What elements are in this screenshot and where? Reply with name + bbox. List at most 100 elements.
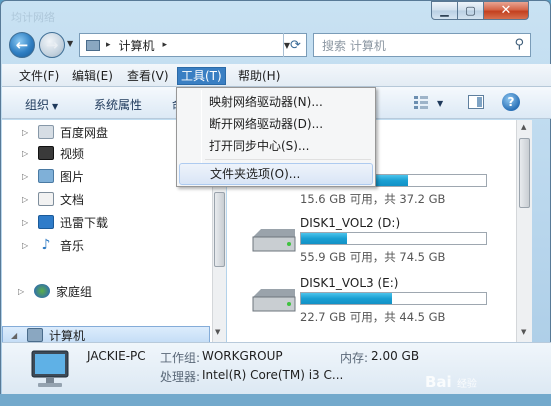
minimize-icon: ▁ <box>440 4 449 17</box>
organize-button[interactable]: 组织 ▼ <box>25 96 58 113</box>
nav-item-homegroup[interactable]: ▷ 家庭组 <box>2 281 210 301</box>
processor-label: 处理器: <box>160 370 201 384</box>
preview-pane-icon[interactable] <box>468 95 484 109</box>
nav-item-label: 计算机 <box>49 328 86 343</box>
drive-item[interactable]: DISK1_VOL2 (D:) 55.9 GB 可用，共 74.5 GB <box>227 215 516 271</box>
maximize-icon: ▢ <box>465 4 476 17</box>
workgroup-value: WORKGROUP <box>202 349 283 363</box>
scroll-down-icon[interactable]: ▼ <box>521 328 526 336</box>
maximize-button[interactable]: ▢ <box>457 1 484 20</box>
change-view-icon[interactable] <box>413 95 429 109</box>
back-button[interactable]: ← <box>9 32 35 58</box>
search-input[interactable]: 搜索 计算机 ⚲ <box>313 33 531 57</box>
computer-name: JACKIE-PC <box>87 349 146 363</box>
nav-item-music[interactable]: ▷ ♪ 音乐 <box>2 235 210 255</box>
memory-value: 2.00 GB <box>371 349 420 363</box>
menu-edit[interactable]: 编辑(E) <box>69 67 116 85</box>
memory-label: 内存: <box>340 351 369 365</box>
breadcrumb-computer[interactable]: 计算机 <box>119 37 155 54</box>
drive-usage-bar <box>300 292 487 305</box>
hard-drive-icon <box>252 289 296 312</box>
nav-item-label: 迅雷下载 <box>60 215 109 230</box>
scrollbar-thumb[interactable] <box>214 192 225 267</box>
tools-menu: 映射网络驱动器(N)... 断开网络驱动器(D)... 打开同步中心(S)...… <box>176 87 376 187</box>
view-options-dropdown-icon[interactable]: ▼ <box>437 99 443 108</box>
drive-usage-fill <box>301 233 348 244</box>
pictures-library-icon <box>38 169 54 183</box>
refresh-icon: ⟳ <box>290 37 301 53</box>
drive-usage-bar <box>300 232 487 245</box>
expand-icon[interactable]: ▷ <box>22 172 34 181</box>
menu-help[interactable]: 帮助(H) <box>235 67 283 85</box>
organize-label: 组织 <box>25 98 50 112</box>
drive-usage-fill <box>301 293 392 304</box>
expand-icon[interactable]: ▷ <box>18 287 30 296</box>
collapse-icon[interactable]: ◢ <box>11 331 23 340</box>
workgroup-label: 工作组: <box>160 351 201 365</box>
explorer-window: 均计网络 ▁ ▢ ✕ ← → ▼ ▸ 计算机 ▸ ▼ ⟳ 搜索 计算机 ⚲ 文件… <box>0 0 551 406</box>
drive-name: DISK1_VOL3 (E:) <box>300 276 399 290</box>
drive-name: DISK1_VOL2 (D:) <box>300 216 401 230</box>
computer-icon <box>27 328 43 342</box>
expand-icon[interactable]: ▷ <box>22 195 34 204</box>
refresh-button[interactable]: ⟳ <box>283 33 307 57</box>
music-library-icon: ♪ <box>41 237 51 253</box>
forward-button[interactable]: → <box>39 32 65 58</box>
menu-bar: 文件(F) 编辑(E) 查看(V) 工具(T) 帮助(H) <box>2 64 551 87</box>
help-icon[interactable]: ? <box>502 93 520 111</box>
menu-item-map-network-drive[interactable]: 映射网络驱动器(N)... <box>179 91 373 113</box>
close-button[interactable]: ✕ <box>483 1 529 20</box>
menu-separator <box>205 159 371 160</box>
close-icon: ✕ <box>500 3 512 18</box>
recent-pages-dropdown-icon[interactable]: ▼ <box>67 39 73 48</box>
thunder-download-icon <box>38 215 54 229</box>
expand-icon[interactable]: ▷ <box>22 128 34 137</box>
watermark-suffix: 经验 <box>456 379 477 390</box>
menu-tools[interactable]: 工具(T) <box>177 67 226 85</box>
back-arrow-icon: ← <box>15 36 29 54</box>
expand-icon[interactable]: ▷ <box>22 149 34 158</box>
search-placeholder: 搜索 计算机 <box>322 38 386 53</box>
menu-item-folder-options[interactable]: 文件夹选项(O)... <box>179 163 373 185</box>
drive-item[interactable]: DISK1_VOL3 (E:) 22.7 GB 可用，共 44.5 GB <box>227 275 516 331</box>
nav-item-thunder-downloads[interactable]: ▷ 迅雷下载 <box>2 212 210 232</box>
expand-icon[interactable]: ▷ <box>22 241 34 250</box>
forward-arrow-icon: → <box>45 36 59 54</box>
menu-view[interactable]: 查看(V) <box>124 67 172 85</box>
address-bar[interactable]: ▸ 计算机 ▸ ▼ <box>79 33 307 57</box>
window-title-ghost: 均计网络 <box>11 11 55 24</box>
drive-free-space: 22.7 GB 可用，共 44.5 GB <box>300 310 446 324</box>
minimize-button[interactable]: ▁ <box>431 1 458 20</box>
folder-icon <box>38 125 54 139</box>
watermark-text: Bai <box>425 373 452 391</box>
nav-item-label: 文档 <box>60 192 85 207</box>
desktop-strip <box>0 394 551 406</box>
processor-value: Intel(R) Core(TM) i3 C... <box>202 368 344 382</box>
nav-item-label: 图片 <box>60 169 85 184</box>
computer-icon <box>86 39 100 51</box>
video-library-icon <box>38 146 54 160</box>
menu-file[interactable]: 文件(F) <box>16 67 62 85</box>
menu-item-open-sync-center[interactable]: 打开同步中心(S)... <box>179 135 373 157</box>
organize-dropdown-icon: ▼ <box>52 102 59 111</box>
scroll-down-icon[interactable]: ▼ <box>215 328 220 336</box>
breadcrumb-separator-2[interactable]: ▸ <box>163 40 168 50</box>
menu-item-disconnect-network-drive[interactable]: 断开网络驱动器(D)... <box>179 113 373 135</box>
nav-item-documents[interactable]: ▷ 文档 <box>2 189 210 209</box>
system-properties-button[interactable]: 系统属性 <box>94 96 142 113</box>
drive-free-space: 55.9 GB 可用，共 74.5 GB <box>300 250 446 264</box>
documents-library-icon <box>38 192 54 206</box>
baidu-jingyan-watermark: Bai 经验 <box>425 373 477 391</box>
content-scrollbar[interactable]: ▲ ▼ <box>516 120 532 342</box>
computer-monitor-icon <box>31 350 69 387</box>
scrollbar-thumb[interactable] <box>519 138 530 208</box>
scroll-up-icon[interactable]: ▲ <box>521 123 526 131</box>
expand-icon[interactable]: ▷ <box>22 218 34 227</box>
homegroup-icon <box>34 284 50 298</box>
nav-item-label: 百度网盘 <box>60 125 109 140</box>
breadcrumb-separator[interactable]: ▸ <box>106 40 111 50</box>
nav-item-label: 视频 <box>60 146 85 161</box>
drive-free-space: 15.6 GB 可用，共 37.2 GB <box>300 192 446 206</box>
hard-drive-icon <box>252 229 296 252</box>
search-icon[interactable]: ⚲ <box>514 37 524 52</box>
